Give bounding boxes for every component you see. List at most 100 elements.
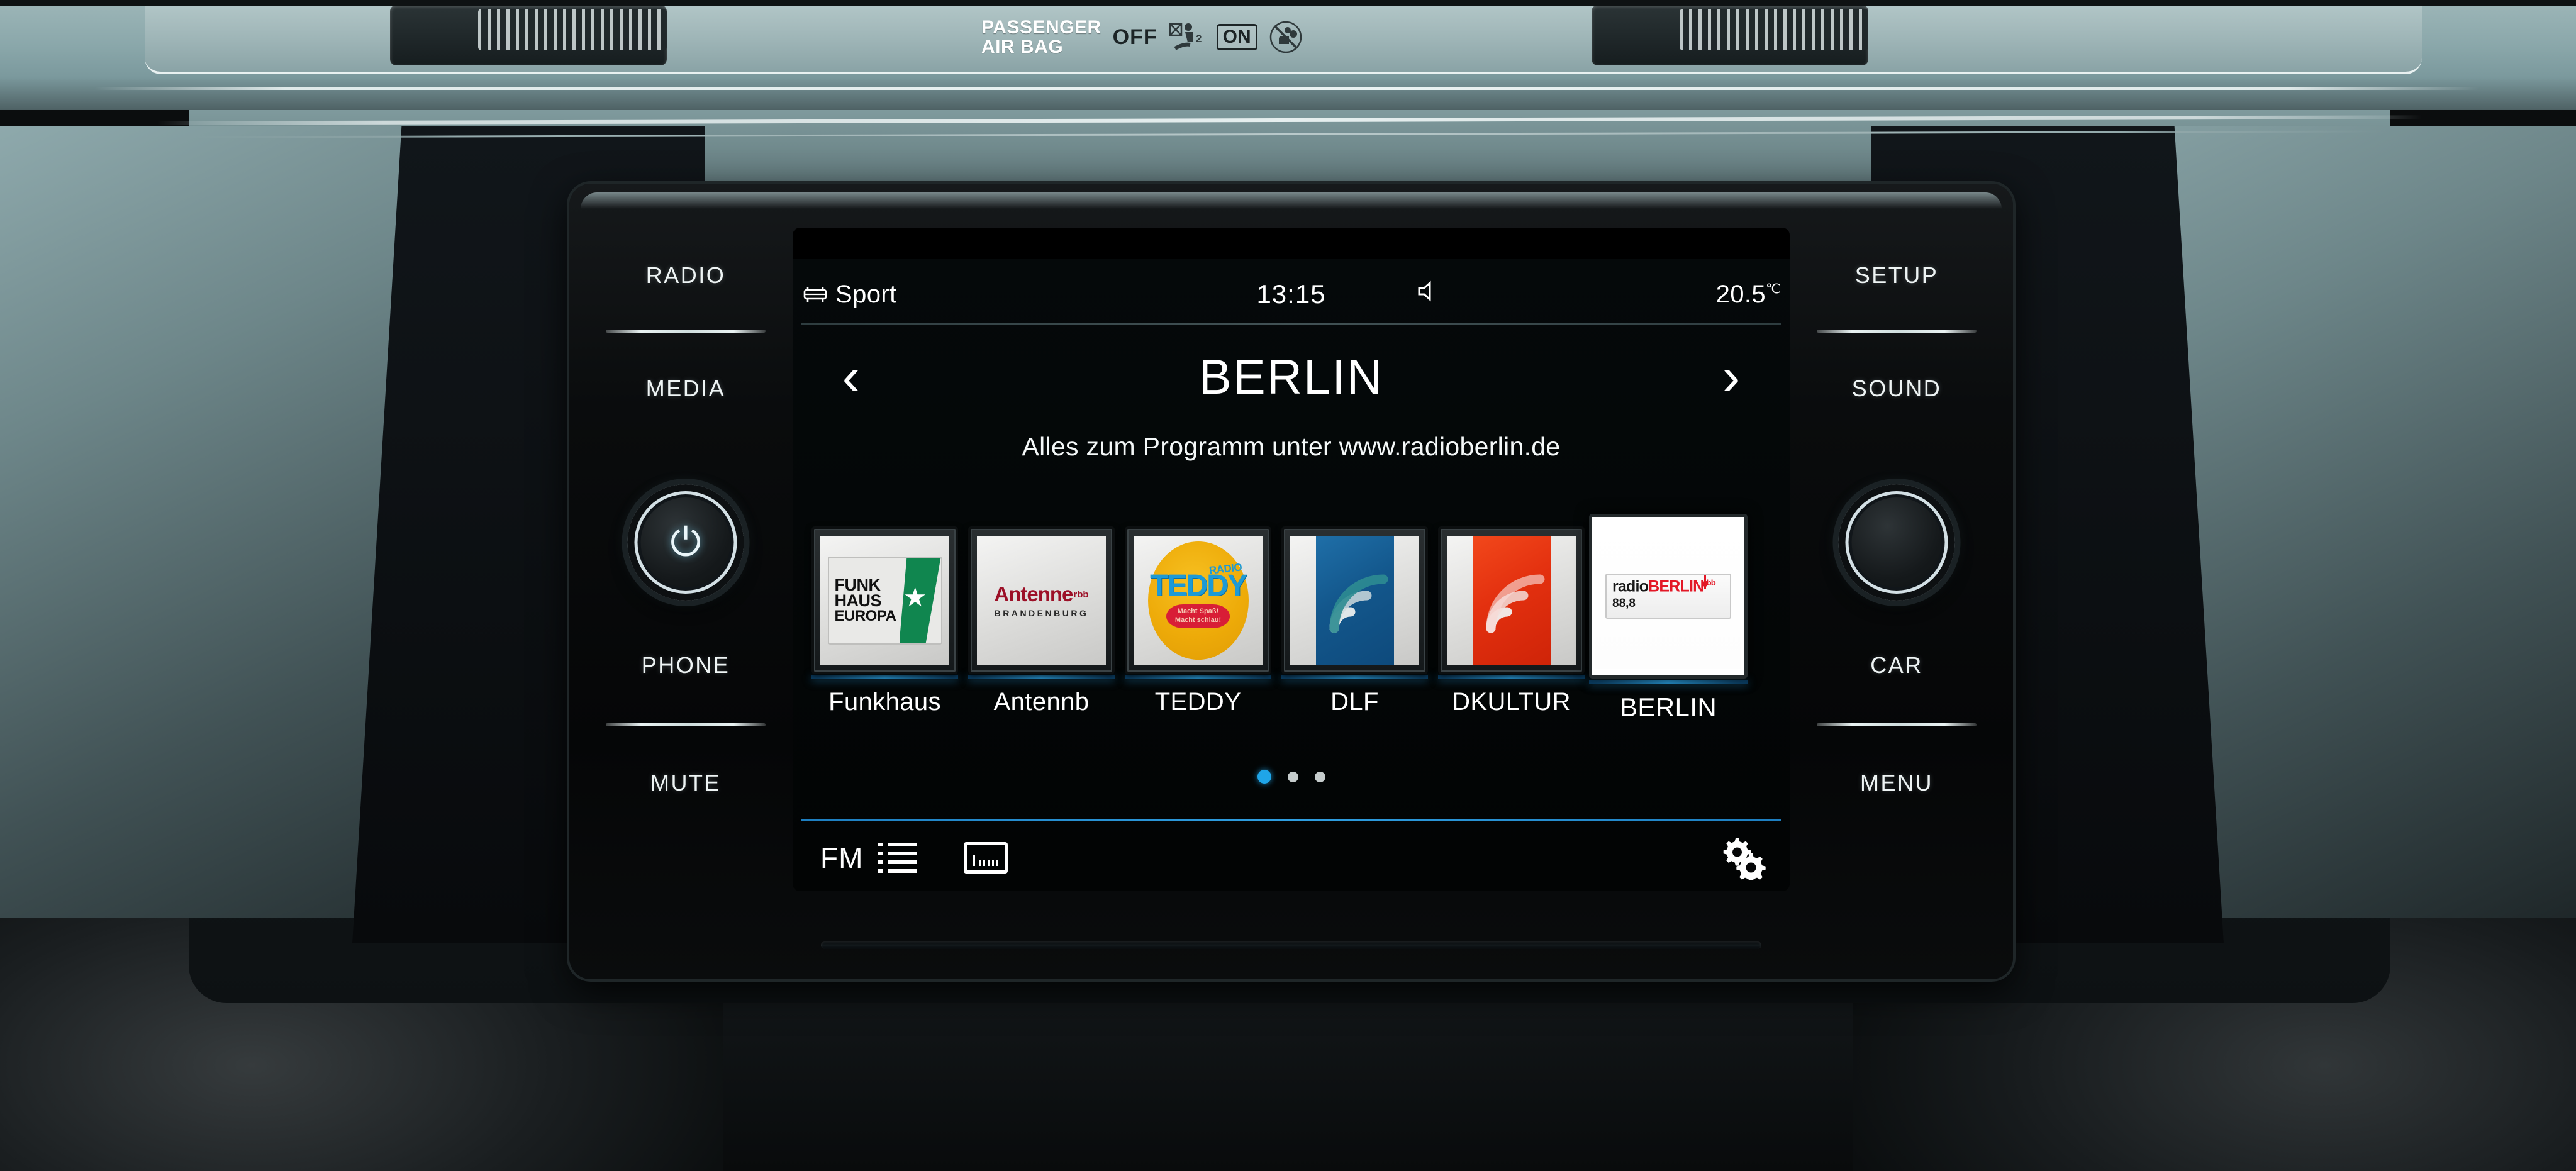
preset-tile-berlin[interactable]: radioBERLINrbb 88,8 BERLIN — [1589, 514, 1748, 723]
radio-berlin-logo: radioBERLINrbb 88,8 — [1605, 574, 1731, 619]
funkhaus-logo-text: FUNK HAUS EUROPA — [829, 576, 896, 624]
air-vent-grille-right — [1680, 9, 1868, 50]
preset-logo-card: Antennerbb BRANDENBURG — [968, 526, 1115, 674]
preset-label: BERLIN — [1619, 692, 1717, 722]
preset-logo-antenne: Antennerbb BRANDENBURG — [977, 536, 1106, 665]
seat-belt-child-crossed-icon: 2 — [1169, 23, 1202, 50]
infotainment-head-unit: RADIO MEDIA ⏻ PHONE MUTE SETUP SOUND CAR… — [569, 184, 2013, 979]
temperature-display: 20.5℃ — [1716, 280, 1781, 309]
preset-tile-funkhaus[interactable]: FUNK HAUS EUROPA ★ Funkhaus — [811, 526, 958, 716]
preset-tile-dlf[interactable]: DLF — [1281, 526, 1428, 716]
hw-button-radio[interactable]: RADIO — [594, 262, 777, 289]
hw-button-mute[interactable]: MUTE — [594, 770, 777, 796]
hw-separator-lower-right — [1817, 723, 1977, 726]
tv-tower-icon — [1702, 575, 1708, 589]
airbag-on-text: ON — [1216, 24, 1257, 50]
preset-label: DLF — [1330, 688, 1379, 716]
teddy-tagline-2: Macht schlau! — [1174, 616, 1222, 624]
hw-separator-upper-left — [606, 330, 766, 333]
preset-logo-teddy: RADIO TEDDY Macht Spaß! Macht schlau! — [1134, 536, 1263, 665]
preset-logo-card-selected: radioBERLINrbb 88,8 — [1589, 514, 1748, 679]
status-bar: Sport 13:15 20.5℃ — [793, 273, 1790, 316]
speaker-icon[interactable] — [1416, 280, 1441, 309]
hw-button-sound[interactable]: SOUND — [1805, 375, 1988, 402]
hw-button-phone[interactable]: PHONE — [594, 652, 777, 679]
power-icon: ⏻ — [670, 520, 701, 564]
broadcast-waves-icon — [1329, 574, 1388, 633]
toolbar-divider — [801, 819, 1781, 821]
head-unit-glass-highlight — [581, 192, 2002, 209]
gears-icon-glyph — [1723, 838, 1766, 880]
radio-teddy-logo: RADIO TEDDY Macht Spaß! Macht schlau! — [1147, 541, 1249, 660]
station-navigation-header: ‹ BERLIN › — [793, 342, 1790, 411]
broadcast-waves-icon — [1486, 574, 1544, 633]
preset-tile-underline — [1281, 675, 1428, 679]
preset-tile-underline — [811, 675, 958, 679]
radioberlin-word-berlin: BERLIN — [1648, 577, 1704, 596]
svg-text:2: 2 — [1196, 33, 1202, 45]
antenne-main-wrap: Antennerbb — [977, 582, 1106, 606]
hw-button-menu[interactable]: MENU — [1805, 770, 1988, 796]
preset-label: Funkhaus — [828, 688, 941, 716]
gears-icon[interactable] — [1719, 836, 1766, 880]
preset-tile-dkultur[interactable]: DKULTUR — [1438, 526, 1585, 716]
preset-logo-card: RADIO TEDDY Macht Spaß! Macht schlau! — [1125, 526, 1271, 674]
radio-text-line: Alles zum Programm unter www.radioberlin… — [1022, 432, 1561, 461]
manual-tune-icon[interactable] — [964, 842, 1008, 874]
hw-button-media[interactable]: MEDIA — [594, 375, 777, 402]
teddy-tagline-1: Macht Spaß! — [1177, 608, 1219, 616]
hw-separator-upper-right — [1817, 330, 1977, 333]
tune-knob[interactable] — [1838, 484, 1955, 601]
page-indicator — [793, 770, 1790, 784]
chevron-right-icon[interactable]: › — [1709, 350, 1753, 404]
preset-tile-underline — [1438, 675, 1585, 679]
deutschlandfunk-logo — [1315, 536, 1394, 665]
funkhaus-star-icon: ★ — [903, 582, 927, 612]
funkhaus-line-3: EUROPA — [834, 607, 896, 624]
funkhaus-line-2: HAUS — [834, 591, 882, 611]
manual-tune-icon-glyph — [964, 842, 1008, 874]
airbag-label-line2: AIR BAG — [981, 36, 1064, 57]
funkhaus-europa-logo: FUNK HAUS EUROPA ★ — [827, 556, 942, 645]
preset-tile-teddy[interactable]: RADIO TEDDY Macht Spaß! Macht schlau! TE… — [1125, 526, 1271, 716]
hw-button-setup[interactable]: SETUP — [1805, 262, 1988, 289]
hw-button-car[interactable]: CAR — [1805, 652, 1988, 679]
radioberlin-wordmark: radioBERLINrbb — [1612, 579, 1725, 594]
preset-label: TEDDY — [1154, 688, 1242, 716]
preset-logo-card — [1281, 526, 1428, 674]
touchscreen-display[interactable]: Sport 13:15 20.5℃ ‹ BERLIN › Alles zum P… — [793, 228, 1790, 891]
power-volume-knob[interactable]: ⏻ — [627, 484, 744, 601]
hw-separator-lower-left — [606, 723, 766, 726]
airbag-off-text: OFF — [1112, 25, 1157, 49]
preset-logo-radioberlin: radioBERLINrbb 88,8 — [1595, 523, 1741, 669]
preset-station-strip: FUNK HAUS EUROPA ★ Funkhaus Antennerbb B… — [801, 514, 1781, 722]
current-station-name: BERLIN — [1198, 348, 1384, 404]
preset-label: DKULTUR — [1452, 688, 1571, 716]
preset-label: Antennb — [993, 688, 1090, 716]
chevron-left-icon[interactable]: ‹ — [829, 350, 873, 404]
antenne-sub-text: BRANDENBURG — [994, 608, 1089, 618]
preset-logo-dkultur — [1447, 536, 1576, 665]
deutschlandradio-kultur-logo — [1472, 536, 1551, 665]
antenne-main-text: Antenne — [994, 582, 1073, 606]
preset-tile-underline — [1125, 675, 1271, 679]
status-bar-divider — [801, 323, 1781, 325]
preset-tile-underline-selected — [1589, 680, 1748, 684]
page-dot-2[interactable] — [1287, 771, 1298, 782]
antenne-brandenburg-logo: Antennerbb BRANDENBURG — [977, 582, 1106, 618]
temperature-value: 20.5 — [1715, 280, 1766, 308]
antenne-rbb-superscript: rbb — [1073, 589, 1089, 600]
band-fm-button[interactable]: FM — [820, 841, 863, 875]
preset-logo-funkhaus: FUNK HAUS EUROPA ★ — [820, 536, 949, 665]
list-icon[interactable] — [878, 843, 917, 873]
page-dot-1[interactable] — [1257, 770, 1271, 784]
list-icon-glyph — [878, 843, 917, 873]
clock: 13:15 — [1256, 279, 1326, 309]
airbag-label-line1: PASSENGER — [981, 16, 1101, 38]
trim-hairline — [94, 87, 2478, 90]
preset-tile-antennb[interactable]: Antennerbb BRANDENBURG Antennb — [968, 526, 1115, 716]
page-dot-3[interactable] — [1314, 771, 1325, 782]
airbag-disabled-icon — [1269, 21, 1302, 53]
hardware-buttons-left: RADIO MEDIA ⏻ PHONE MUTE — [594, 184, 777, 979]
cd-slot[interactable] — [821, 941, 1761, 949]
